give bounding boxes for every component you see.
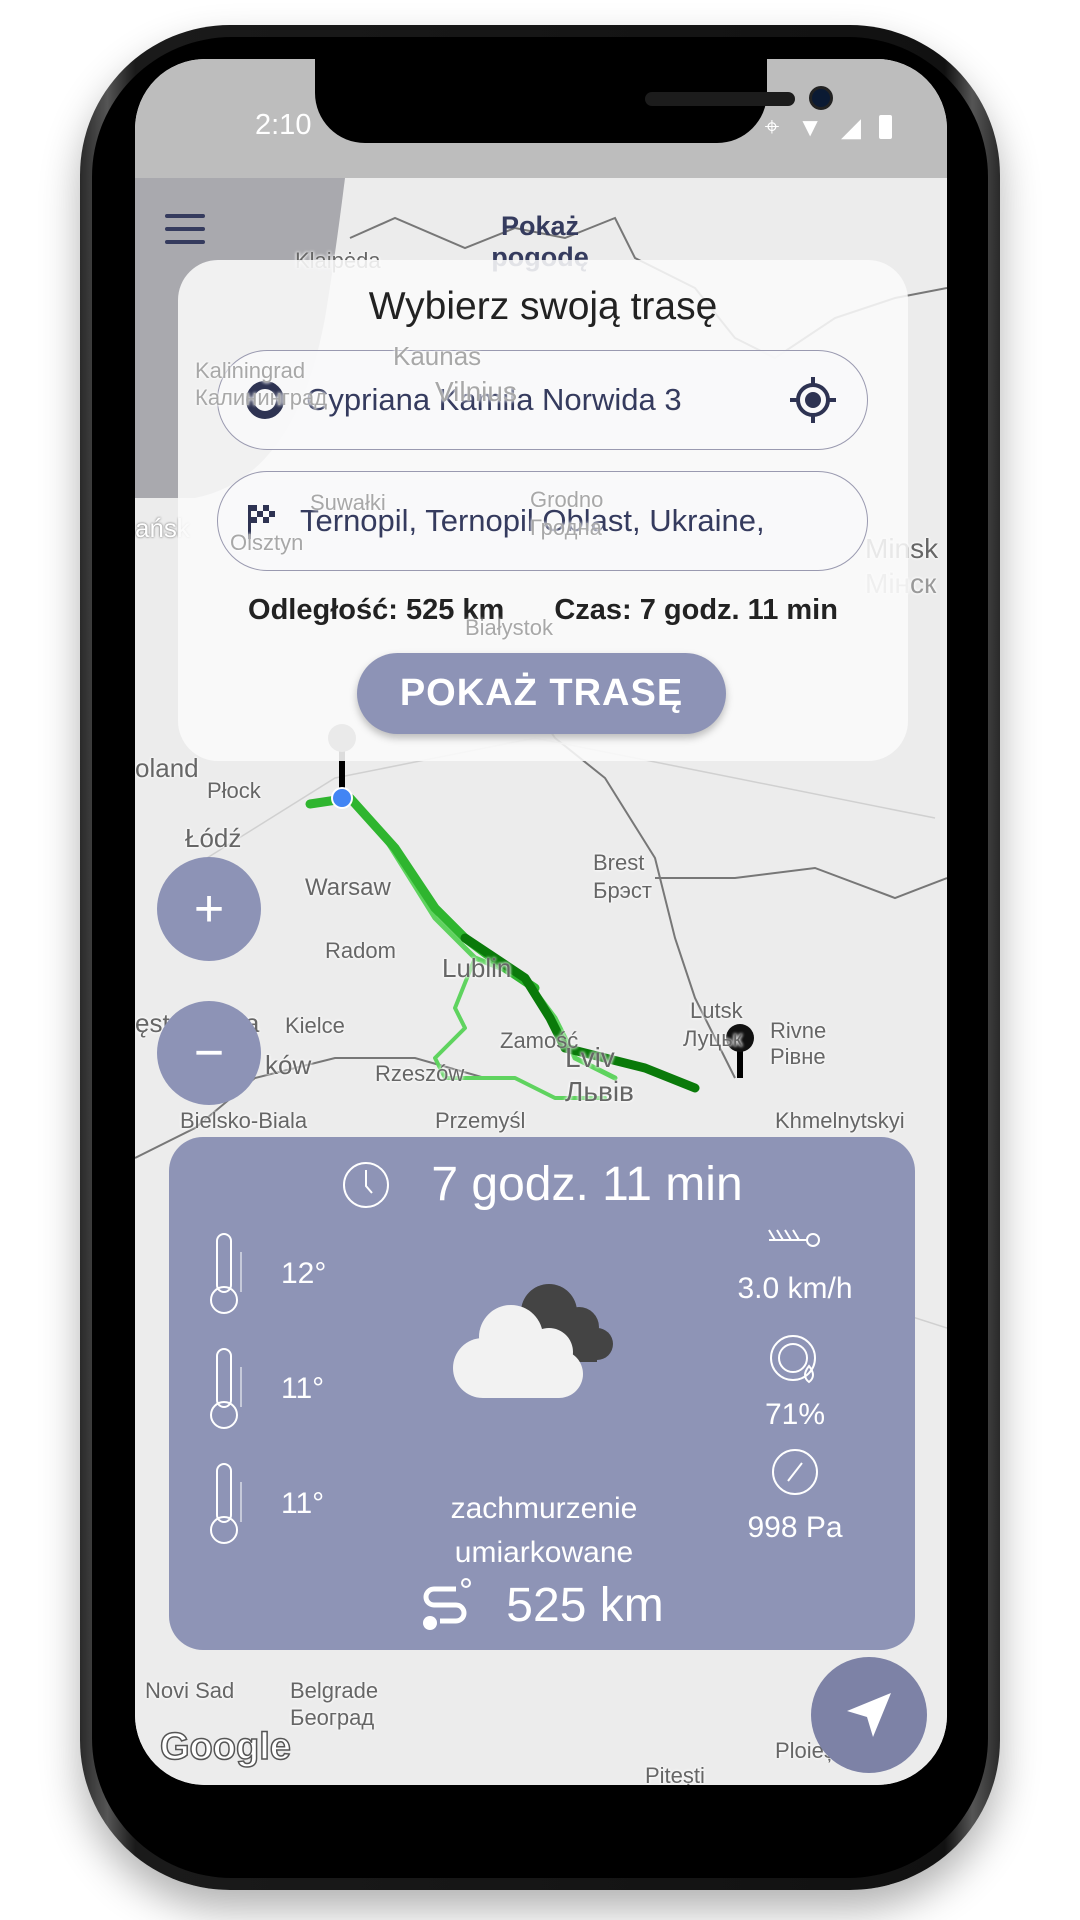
map-label: Lublin — [442, 953, 512, 983]
description-line: umiarkowane — [454, 1536, 634, 1569]
navigation-arrow-icon — [847, 1693, 891, 1737]
weather-card: 7 godz. 11 min 12° 11° 11° 3.0 km/h 71% … — [169, 1137, 915, 1650]
map-label: Rzeszów — [375, 1061, 465, 1086]
signal-icon: ◢ — [841, 111, 861, 142]
map-label: oland — [135, 753, 199, 783]
battery-icon — [879, 115, 892, 139]
pressure-value: 998 Pa — [747, 1511, 843, 1544]
map-label: Львів — [565, 1076, 634, 1107]
map-label: Kielce — [285, 1013, 345, 1038]
menu-button[interactable] — [165, 214, 205, 244]
wifi-icon: ▼ — [797, 111, 823, 142]
temp-max: 11° — [209, 1462, 324, 1546]
show-route-button[interactable]: POKAŻ TRASĘ — [357, 653, 726, 734]
google-logo: Google — [159, 1725, 291, 1769]
thermometer-icon — [210, 1463, 242, 1544]
location-icon: ⌖ — [764, 111, 780, 141]
map-label: Khmelnytskyi — [775, 1108, 905, 1133]
description-line: zachmurzenie — [450, 1492, 638, 1525]
panel-title: Wybierz swoją trasę — [368, 285, 718, 328]
temp-value: 11° — [281, 1372, 325, 1405]
map-label: Луцьк — [683, 1026, 743, 1051]
zoom-out-button[interactable]: − — [157, 1001, 261, 1105]
map-label: Brest — [593, 850, 645, 875]
map-label: Брэст — [593, 878, 652, 903]
temp-value: 11° — [281, 1487, 325, 1520]
map-label: Београд — [290, 1705, 375, 1730]
distance-value: 525 km — [506, 1578, 664, 1632]
map-label: Рівне — [770, 1044, 826, 1069]
zoom-in-button[interactable]: + — [157, 857, 261, 961]
checkered-flag-icon — [248, 505, 275, 539]
temp-value: 12° — [281, 1257, 327, 1290]
humidity-value: 71% — [764, 1398, 826, 1431]
pressure: 998 Pa — [705, 1447, 885, 1545]
map-label: Lutsk — [690, 998, 743, 1023]
pressure-gauge-icon — [772, 1449, 818, 1495]
map-label: Novi Sad — [145, 1678, 235, 1703]
navigate-button[interactable] — [811, 1657, 927, 1773]
origin-value[interactable]: Cypriana Kamila Norwida 3 — [306, 382, 736, 418]
map-label: Rivne — [770, 1018, 827, 1043]
wind-value: 3.0 km/h — [737, 1272, 853, 1305]
thermometer-icon — [210, 1233, 242, 1314]
origin-input[interactable]: Cypriana Kamila Norwida 3 — [217, 350, 868, 450]
duration-value: 7 godz. 11 min — [431, 1158, 743, 1211]
distance-label: Odległość: 525 km — [248, 594, 505, 626]
status-time: 2:10 — [255, 109, 312, 141]
wind-icon — [768, 1229, 820, 1247]
circle-origin-icon — [246, 381, 284, 419]
map-label: Płock — [207, 778, 261, 803]
destination-value[interactable]: Ternopil, Ternopil Oblast, Ukraine, — [300, 503, 820, 539]
map-label: Belgrade — [290, 1678, 379, 1703]
wind: 3.0 km/h — [705, 1222, 885, 1306]
humidity: 71% — [705, 1332, 885, 1432]
route-distance-icon — [423, 1578, 472, 1630]
map-label: Warsaw — [305, 874, 391, 901]
map-label: Radom — [325, 938, 396, 963]
map-label: ków — [265, 1050, 312, 1080]
thermometer-icon — [210, 1348, 242, 1429]
cloudy-icon — [453, 1284, 613, 1398]
map-label: Bielsko-Biala — [180, 1108, 308, 1133]
time-label: Czas: 7 godz. 11 min — [554, 594, 838, 626]
locate-icon[interactable] — [790, 377, 836, 423]
weather-description: zachmurzenie umiarkowane — [399, 1487, 689, 1575]
clock-icon — [343, 1161, 390, 1208]
map-label: Przemyśl — [435, 1108, 526, 1133]
temp-current: 12° — [209, 1232, 326, 1316]
map-label: Lviv — [565, 1042, 615, 1073]
humidity-icon — [770, 1335, 816, 1384]
temp-min: 11° — [209, 1347, 324, 1431]
map-label: Łódź — [185, 823, 242, 853]
map-label: Pitești — [645, 1763, 705, 1785]
route-panel: Wybierz swoją trasę Cypriana Kamila Norw… — [178, 260, 908, 761]
notch — [315, 59, 833, 143]
screen: Klaipėda Kaliningrad Калининград Kaunas … — [135, 59, 947, 1785]
destination-input[interactable]: Ternopil, Ternopil Oblast, Ukraine, — [217, 471, 868, 571]
